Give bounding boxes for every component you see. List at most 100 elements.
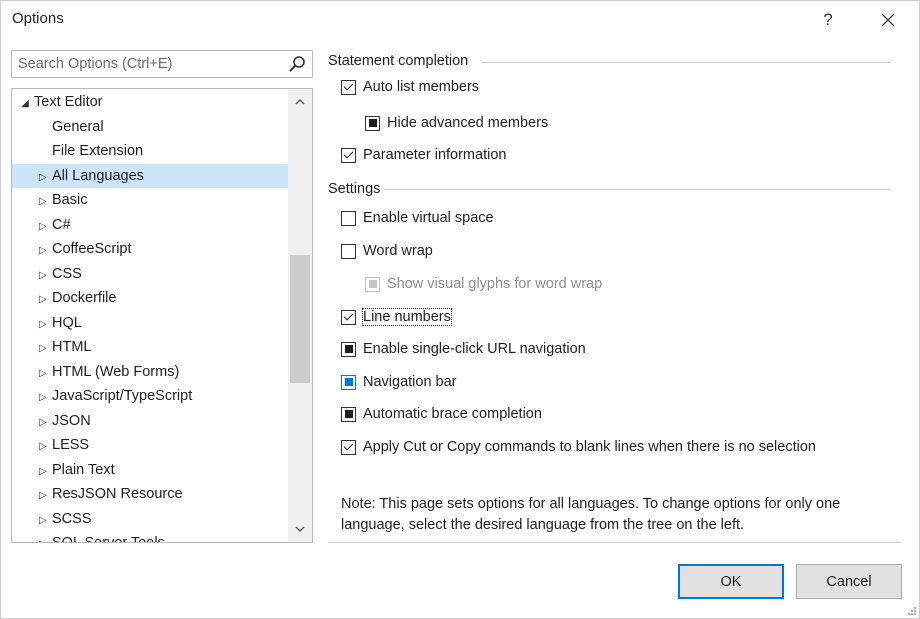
navigation-bar-checkbox[interactable] bbox=[341, 374, 356, 390]
close-button[interactable] bbox=[873, 6, 903, 34]
tree-item[interactable]: ▷ JSON bbox=[12, 409, 288, 433]
footer-divider bbox=[328, 542, 901, 543]
collapsed-arrow-icon[interactable]: ▷ bbox=[36, 533, 50, 542]
note-text: Note: This page sets options for all lan… bbox=[341, 496, 841, 533]
hide-advanced-members-label: Hide advanced members bbox=[387, 115, 549, 131]
tree-item[interactable]: File Extension bbox=[12, 139, 288, 163]
line-numbers-option[interactable]: Line numbers bbox=[341, 308, 452, 326]
collapsed-arrow-icon[interactable]: ▷ bbox=[36, 460, 50, 484]
show-visual-glyphs-checkbox bbox=[365, 276, 380, 292]
scroll-thumb[interactable] bbox=[290, 255, 310, 383]
parameter-information-checkbox[interactable] bbox=[341, 147, 356, 163]
search-box bbox=[11, 50, 313, 78]
tree-item[interactable]: ▷ C# bbox=[12, 213, 288, 237]
collapsed-arrow-icon[interactable]: ▷ bbox=[36, 509, 50, 533]
scroll-up-button[interactable] bbox=[288, 91, 312, 113]
tree-item-label: SQL Server Tools bbox=[52, 535, 165, 543]
tree-item-label: CoffeeScript bbox=[52, 241, 132, 257]
tree-item[interactable]: ▷ Dockerfile bbox=[12, 286, 288, 310]
collapsed-arrow-icon[interactable]: ▷ bbox=[36, 264, 50, 288]
collapsed-arrow-icon[interactable]: ▷ bbox=[36, 362, 50, 386]
expanded-arrow-icon[interactable]: ◢ bbox=[18, 92, 32, 116]
collapsed-arrow-icon[interactable]: ▷ bbox=[36, 215, 50, 239]
automatic-brace-completion-option[interactable]: Automatic brace completion bbox=[341, 406, 542, 422]
collapsed-arrow-icon[interactable]: ▷ bbox=[36, 288, 50, 312]
tree-item[interactable]: ▷ CoffeeScript bbox=[12, 237, 288, 261]
tree-item[interactable]: ◢ Text Editor bbox=[12, 90, 288, 114]
collapsed-arrow-icon[interactable]: ▷ bbox=[36, 386, 50, 410]
statement-completion-title: Statement completion bbox=[328, 53, 469, 69]
show-visual-glyphs-option: Show visual glyphs for word wrap bbox=[365, 276, 602, 292]
collapsed-arrow-icon[interactable]: ▷ bbox=[36, 435, 50, 459]
tree-item[interactable]: ▷ Basic bbox=[12, 188, 288, 212]
tree-item[interactable]: ▷ LESS bbox=[12, 433, 288, 457]
tree-item[interactable]: ▷ Plain Text bbox=[12, 458, 288, 482]
collapsed-arrow-icon[interactable]: ▷ bbox=[36, 239, 50, 263]
tree-item-label: ResJSON Resource bbox=[52, 486, 183, 502]
tree-item-label: HTML bbox=[52, 339, 92, 355]
navigation-bar-label: Navigation bar bbox=[363, 374, 457, 390]
tree-item[interactable]: ▷ CSS bbox=[12, 262, 288, 286]
tree-item[interactable]: ▷ HTML bbox=[12, 335, 288, 359]
tree-item[interactable]: ▷ HTML (Web Forms) bbox=[12, 360, 288, 384]
tree-item-label: Text Editor bbox=[34, 94, 103, 110]
tree-item-label: Plain Text bbox=[52, 461, 115, 478]
automatic-brace-completion-checkbox[interactable] bbox=[341, 406, 356, 422]
hide-advanced-members-option[interactable]: Hide advanced members bbox=[365, 115, 548, 131]
tree-item-label: File Extension bbox=[52, 143, 144, 159]
tree-item[interactable]: ▷ ResJSON Resource bbox=[12, 482, 288, 506]
tree-item[interactable]: ▷SQL Server Tools bbox=[12, 531, 288, 543]
show-visual-glyphs-label: Show visual glyphs for word wrap bbox=[387, 276, 603, 292]
word-wrap-option[interactable]: Word wrap bbox=[341, 243, 433, 259]
collapsed-arrow-icon[interactable]: ▷ bbox=[36, 313, 50, 337]
search-input[interactable] bbox=[12, 51, 294, 77]
resize-grip-icon[interactable] bbox=[906, 605, 916, 615]
tree-item-label: C# bbox=[52, 216, 71, 233]
tree-item[interactable]: ▷ JavaScript/TypeScript bbox=[12, 384, 288, 408]
settings-title: Settings bbox=[328, 181, 381, 197]
tree-item-label: HQL bbox=[52, 314, 82, 331]
collapsed-arrow-icon[interactable]: ▷ bbox=[36, 337, 50, 361]
enable-virtual-space-label: Enable virtual space bbox=[363, 210, 494, 226]
help-button[interactable]: ? bbox=[813, 6, 843, 34]
line-numbers-checkbox[interactable] bbox=[341, 309, 356, 325]
scroll-down-button[interactable] bbox=[288, 518, 312, 540]
search-icon[interactable] bbox=[288, 55, 306, 73]
tree-item-label: All Languages bbox=[52, 167, 144, 184]
single-click-url-navigation-checkbox[interactable] bbox=[341, 341, 356, 357]
tree-item-label: CSS bbox=[52, 265, 82, 282]
collapsed-arrow-icon[interactable]: ▷ bbox=[36, 484, 50, 508]
hide-advanced-members-checkbox[interactable] bbox=[365, 115, 380, 131]
collapsed-arrow-icon[interactable]: ▷ bbox=[36, 166, 50, 190]
tree-item[interactable]: ▷ HQL bbox=[12, 311, 288, 335]
tree-scrollbar[interactable] bbox=[288, 89, 312, 542]
auto-list-members-checkbox[interactable] bbox=[341, 79, 356, 95]
parameter-information-label: Parameter information bbox=[363, 147, 507, 163]
tree-item[interactable]: ▷ All Languages bbox=[12, 163, 288, 190]
ok-button[interactable]: OK bbox=[678, 564, 784, 599]
single-click-url-navigation-option[interactable]: Enable single-click URL navigation bbox=[341, 341, 586, 357]
enable-virtual-space-checkbox[interactable] bbox=[341, 210, 356, 226]
navigation-bar-option[interactable]: Navigation bar bbox=[341, 374, 457, 390]
group-divider bbox=[481, 62, 891, 63]
close-icon bbox=[881, 13, 895, 27]
tree-item-label: General bbox=[52, 118, 104, 135]
title-bar: Options ? bbox=[1, 1, 919, 39]
collapsed-arrow-icon[interactable]: ▷ bbox=[36, 411, 50, 435]
enable-virtual-space-option[interactable]: Enable virtual space bbox=[341, 210, 494, 226]
window-title: Options bbox=[12, 10, 64, 27]
auto-list-members-label: Auto list members bbox=[363, 79, 480, 95]
line-numbers-label: Line numbers bbox=[362, 308, 452, 326]
parameter-information-option[interactable]: Parameter information bbox=[341, 147, 506, 163]
options-tree: ◢ Text Editor General File Extension ▷ All La… bbox=[11, 88, 313, 543]
word-wrap-checkbox[interactable] bbox=[341, 243, 356, 259]
collapsed-arrow-icon[interactable]: ▷ bbox=[36, 190, 50, 214]
tree-item[interactable]: ▷ SCSS bbox=[12, 507, 288, 531]
tree-item[interactable]: General bbox=[12, 115, 288, 139]
tree-item-label: JavaScript/TypeScript bbox=[52, 388, 193, 404]
apply-cut-copy-blank-lines-checkbox[interactable] bbox=[341, 439, 356, 455]
auto-list-members-option[interactable]: Auto list members bbox=[341, 79, 479, 95]
cancel-button[interactable]: Cancel bbox=[796, 564, 902, 599]
apply-cut-copy-blank-lines-option[interactable]: Apply Cut or Copy commands to blank line… bbox=[341, 439, 816, 455]
chevron-down-icon bbox=[295, 526, 305, 532]
